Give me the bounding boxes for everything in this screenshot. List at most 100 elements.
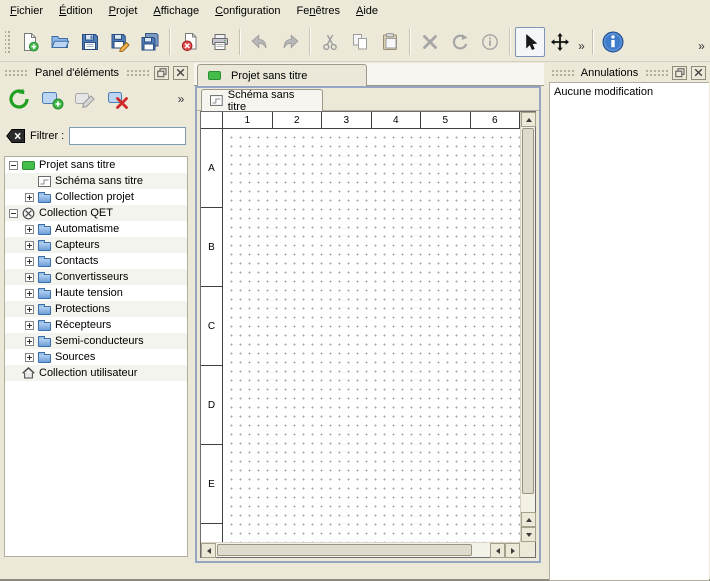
- project-icon: [208, 71, 221, 80]
- main-toolbar-overflow-chevron[interactable]: »: [695, 27, 708, 57]
- panel-toolbar-overflow-chevron[interactable]: »: [174, 92, 188, 106]
- copy-button[interactable]: [345, 27, 375, 57]
- tree-item-capteurs[interactable]: Capteurs: [5, 237, 187, 253]
- expand-icon[interactable]: [25, 241, 34, 250]
- horizontal-scroll-thumb[interactable]: [217, 544, 472, 556]
- pan-mode-button[interactable]: [545, 27, 575, 57]
- tree-item-schema-sans-titre[interactable]: Schéma sans titre: [5, 173, 187, 189]
- menu-configuration[interactable]: Configuration: [207, 0, 288, 22]
- scroll-up-button[interactable]: [521, 112, 536, 127]
- menu-aide[interactable]: Aide: [348, 0, 386, 22]
- schema-view[interactable]: 1 2 3 4 5 6 A B C D E: [200, 111, 536, 558]
- toolbar-handle[interactable]: [5, 29, 12, 55]
- tree-item-protections[interactable]: Protections: [5, 301, 187, 317]
- tree-item-semi-conducteurs[interactable]: Semi-conducteurs: [5, 333, 187, 349]
- dock-grip[interactable]: [645, 69, 668, 76]
- menu-fichier[interactable]: Fichier: [2, 0, 51, 22]
- expand-icon[interactable]: [25, 225, 34, 234]
- dot-grid[interactable]: [224, 130, 520, 542]
- close-file-button[interactable]: [175, 27, 205, 57]
- scroll-left-button[interactable]: [201, 543, 216, 558]
- toolbar-separator: [409, 29, 411, 55]
- undo-history-list[interactable]: Aucune modification: [549, 82, 709, 581]
- collapse-icon[interactable]: [9, 161, 18, 170]
- tab-schema-sans-titre[interactable]: Schéma sans titre: [201, 89, 323, 111]
- paste-button[interactable]: [375, 27, 405, 57]
- expand-icon[interactable]: [25, 337, 34, 346]
- view-toolbar-overflow-chevron[interactable]: »: [575, 27, 588, 57]
- delete-element-button[interactable]: [103, 84, 133, 114]
- vertical-scroll-thumb[interactable]: [522, 128, 534, 494]
- tree-item-collection-qet[interactable]: Collection QET: [5, 205, 187, 221]
- tree-item-sources[interactable]: Sources: [5, 349, 187, 365]
- expand-icon[interactable]: [25, 305, 34, 314]
- menu-affichage[interactable]: Affichage: [145, 0, 207, 22]
- expand-icon[interactable]: [25, 193, 34, 202]
- scroll-up-button[interactable]: [521, 512, 536, 527]
- tree-item-projet-sans-titre[interactable]: Projet sans titre: [5, 157, 187, 173]
- new-document-button[interactable]: [15, 27, 45, 57]
- select-mode-button[interactable]: [515, 27, 545, 57]
- expand-icon[interactable]: [25, 273, 34, 282]
- close-button[interactable]: [691, 66, 706, 80]
- menu-mnemonic: P: [109, 5, 116, 17]
- tree-item-recepteurs[interactable]: Récepteurs: [5, 317, 187, 333]
- expand-icon[interactable]: [25, 289, 34, 298]
- close-icon: [176, 68, 185, 77]
- tree-item-convertisseurs[interactable]: Convertisseurs: [5, 269, 187, 285]
- print-button[interactable]: [205, 27, 235, 57]
- dock-grip[interactable]: [4, 69, 28, 76]
- save-button[interactable]: [75, 27, 105, 57]
- menu-edition[interactable]: Édition: [51, 0, 101, 22]
- save-all-button[interactable]: [135, 27, 165, 57]
- undo-panel-titlebar[interactable]: Annulations: [551, 65, 706, 80]
- reload-collections-button[interactable]: [4, 84, 34, 114]
- tree-item-collection-utilisateur[interactable]: Collection utilisateur: [5, 365, 187, 381]
- diagram-info-button[interactable]: [475, 27, 505, 57]
- expand-icon[interactable]: [25, 257, 34, 266]
- expand-icon[interactable]: [25, 353, 34, 362]
- close-button[interactable]: [173, 66, 188, 80]
- tree-item-collection-projet[interactable]: Collection projet: [5, 189, 187, 205]
- open-document-button[interactable]: [45, 27, 75, 57]
- delete-button[interactable]: [415, 27, 445, 57]
- menu-fenetres[interactable]: Fenêtres: [289, 0, 348, 22]
- tree-item-automatisme[interactable]: Automatisme: [5, 221, 187, 237]
- schema-tab-label: Schéma sans titre: [228, 89, 314, 113]
- save-as-button[interactable]: [105, 27, 135, 57]
- undo-icon: [250, 32, 270, 52]
- tree-item-contacts[interactable]: Contacts: [5, 253, 187, 269]
- menu-label: dition: [66, 5, 92, 17]
- rotate-button[interactable]: [445, 27, 475, 57]
- cut-button[interactable]: [315, 27, 345, 57]
- scroll-left-button[interactable]: [490, 543, 505, 558]
- elements-panel-titlebar[interactable]: Panel d'éléments: [4, 65, 188, 80]
- qet-collection-icon: [22, 207, 35, 220]
- schema-canvas[interactable]: 1 2 3 4 5 6 A B C D E: [201, 112, 520, 542]
- dock-grip[interactable]: [126, 69, 150, 76]
- dock-grip[interactable]: [551, 69, 574, 76]
- scroll-right-button[interactable]: [505, 543, 520, 558]
- clear-filter-button[interactable]: [6, 129, 25, 143]
- undo-button[interactable]: [245, 27, 275, 57]
- folder-icon: [38, 338, 51, 347]
- float-button[interactable]: [672, 66, 687, 80]
- redo-button[interactable]: [275, 27, 305, 57]
- menu-label: rojet: [116, 5, 137, 17]
- schema-icon: [38, 176, 51, 187]
- column-label: 4: [372, 112, 422, 128]
- tree-item-haute-tension[interactable]: Haute tension: [5, 285, 187, 301]
- filter-input[interactable]: [69, 127, 186, 145]
- expand-icon[interactable]: [25, 321, 34, 330]
- copy-icon: [350, 32, 370, 52]
- scroll-down-button[interactable]: [521, 527, 536, 542]
- vertical-scrollbar[interactable]: [520, 112, 535, 542]
- new-element-button[interactable]: [37, 84, 67, 114]
- about-qet-button[interactable]: [598, 27, 628, 57]
- tab-projet-sans-titre[interactable]: Projet sans titre: [197, 64, 367, 86]
- collapse-icon[interactable]: [9, 209, 18, 218]
- edit-element-button[interactable]: [70, 84, 100, 114]
- float-button[interactable]: [154, 66, 169, 80]
- menu-projet[interactable]: Projet: [101, 0, 146, 22]
- horizontal-scrollbar[interactable]: [201, 542, 520, 557]
